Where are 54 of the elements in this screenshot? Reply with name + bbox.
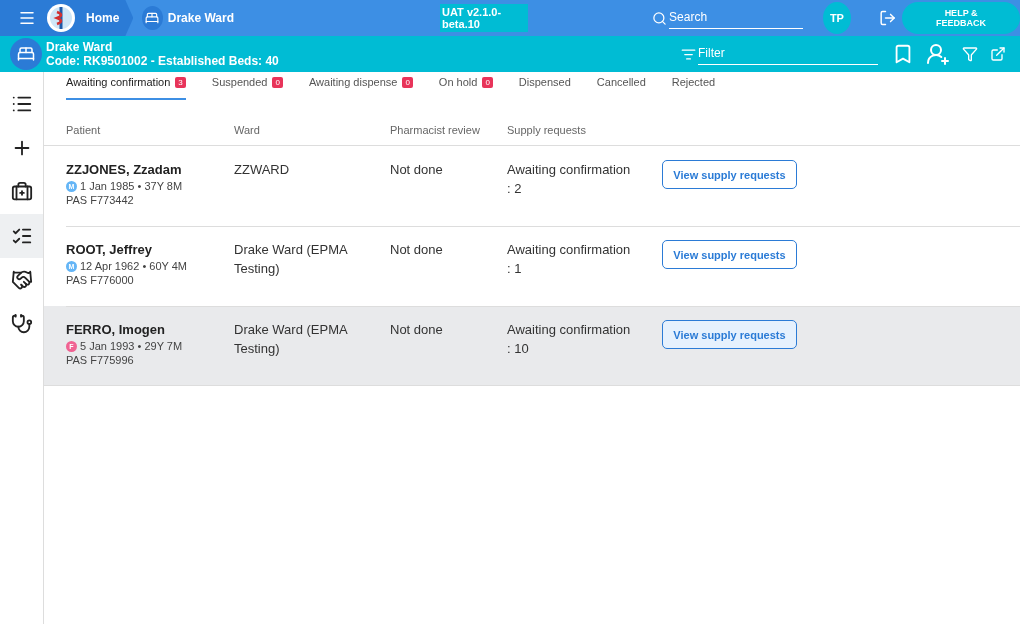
pas-number: PAS F773442 [66, 194, 135, 206]
logo-icon [46, 3, 76, 33]
supply-cell-text: Awaiting confirmation : 10 [507, 321, 632, 358]
column-header: Patient [66, 124, 102, 138]
search-icon [652, 10, 668, 26]
logout-icon[interactable] [878, 8, 897, 28]
review-cell: Not done [390, 242, 443, 257]
count-badge: 0 [272, 77, 283, 88]
patient-name: ROOT, Jeffrey [66, 242, 152, 257]
environment-label: UAT v2.1.0-beta.10 [440, 4, 529, 32]
review-cell: Not done [390, 162, 443, 177]
column-header: Supply requests [507, 124, 587, 138]
status-tab[interactable]: Awaiting dispense 0 [308, 76, 413, 100]
status-tab[interactable]: Dispensed [518, 76, 571, 100]
patient-name: ZZJONES, Zzadam [66, 162, 182, 177]
date-of-birth: 1 Jan 1985 • 37Y 8M [80, 180, 183, 192]
menu-icon[interactable] [18, 9, 36, 27]
supply-cell-text: Awaiting confirmation : 1 [507, 241, 632, 278]
review-cell: Not done [390, 322, 443, 337]
medical-kit-icon [10, 181, 33, 203]
ward-cell-text: Drake Ward (EPMA Testing) [234, 321, 349, 358]
status-tab[interactable]: On hold 0 [438, 76, 493, 100]
bed-icon [10, 38, 42, 70]
supply-cell-text: Awaiting confirmation : 2 [507, 161, 632, 198]
count-badge: 0 [482, 77, 493, 88]
column-header: Pharmacist review [390, 124, 481, 138]
view-supply-requests-button[interactable]: View supply requests [662, 240, 797, 269]
filter-field[interactable]: Filter [698, 43, 878, 65]
ward-cell-text: ZZWARD [234, 161, 291, 179]
home-link[interactable]: Home [86, 11, 120, 25]
pas-number: PAS F776000 [66, 274, 135, 286]
count-badge: 0 [402, 77, 413, 88]
ward-cell-text: Drake Ward (EPMA Testing) [234, 241, 349, 278]
status-tab[interactable]: Awaiting confirmation 3 [66, 76, 186, 100]
status-tab[interactable]: Cancelled [596, 76, 646, 100]
date-of-birth: 12 Apr 1962 • 60Y 4M [80, 260, 187, 272]
sidebar-item[interactable] [0, 214, 43, 258]
view-supply-requests-button[interactable]: View supply requests [662, 320, 797, 349]
count-badge: 3 [175, 77, 186, 88]
ward-name: Drake Ward [46, 40, 114, 54]
filter-lines-icon [681, 46, 696, 62]
date-of-birth: 5 Jan 1993 • 29Y 7M [80, 340, 183, 352]
search-field[interactable]: Search [669, 7, 804, 29]
patient-name: FERRO, Imogen [66, 322, 165, 337]
ward-code: Code: RK9501002 - Established Beds: 40 [46, 54, 279, 68]
status-tab[interactable]: Rejected [671, 76, 716, 100]
home-breadcrumb[interactable]: Home [0, 0, 134, 36]
status-tab[interactable]: Suspended 0 [211, 76, 283, 100]
pas-number: PAS F775996 [66, 354, 135, 366]
bed-icon [142, 6, 163, 30]
handshake-icon [10, 269, 33, 291]
view-supply-requests-button[interactable]: View supply requests [662, 160, 797, 189]
column-header: Ward [234, 124, 261, 138]
stethoscope-icon [10, 313, 33, 335]
